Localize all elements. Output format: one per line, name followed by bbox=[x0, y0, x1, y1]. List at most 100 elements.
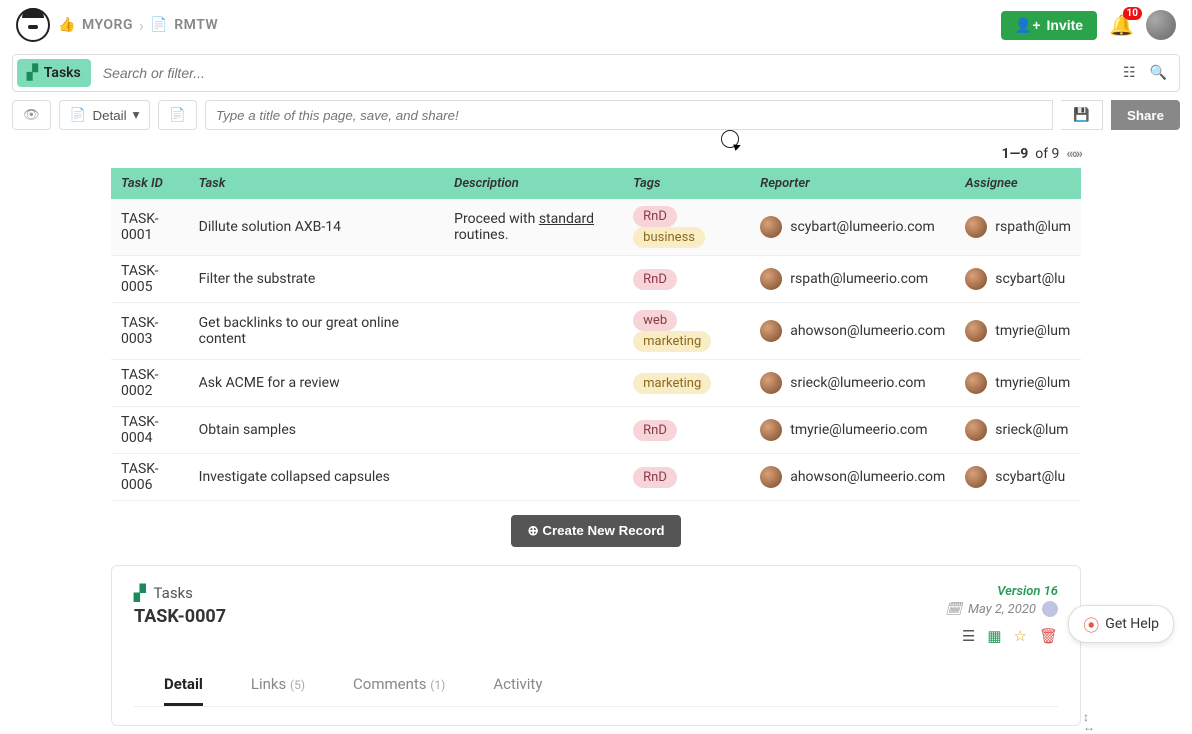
avatar bbox=[965, 320, 987, 342]
table-row[interactable]: TASK-0002Ask ACME for a reviewmarketings… bbox=[111, 360, 1081, 407]
tab-links-label: Links bbox=[251, 675, 286, 693]
avatar bbox=[965, 466, 987, 488]
view-mode-label: Detail bbox=[93, 108, 127, 123]
tasks-table: Task ID Task Description Tags Reporter A… bbox=[111, 168, 1081, 501]
tasks-chip-label: Tasks bbox=[44, 65, 81, 81]
tag[interactable]: RnD bbox=[633, 467, 677, 488]
caret-down-icon: ▾ bbox=[133, 107, 140, 123]
tab-links[interactable]: Links (5) bbox=[251, 667, 305, 706]
user-avatar[interactable] bbox=[1146, 10, 1176, 40]
breadcrumb-org[interactable]: MYORG bbox=[82, 17, 133, 33]
avatar bbox=[965, 372, 987, 394]
col-reporter[interactable]: Reporter bbox=[750, 168, 955, 199]
table-row[interactable]: TASK-0003Get backlinks to our great onli… bbox=[111, 303, 1081, 360]
tab-activity[interactable]: Activity bbox=[493, 667, 542, 706]
invite-label: Invite bbox=[1047, 17, 1084, 33]
search-icon[interactable]: 🔍 bbox=[1150, 65, 1167, 81]
tag[interactable]: RnD bbox=[633, 206, 677, 227]
col-task[interactable]: Task bbox=[189, 168, 445, 199]
table-row[interactable]: TASK-0001Dillute solution AXB-14Proceed … bbox=[111, 199, 1081, 256]
detail-kind-label: Tasks bbox=[154, 584, 193, 602]
get-help-button[interactable]: ⦿ Get Help bbox=[1068, 605, 1174, 643]
top-bar: 👍 MYORG › 📄 RMTW 👤+ Invite 🔔 10 bbox=[0, 0, 1192, 50]
notifications-button[interactable]: 🔔 10 bbox=[1109, 13, 1134, 37]
col-description[interactable]: Description bbox=[444, 168, 623, 199]
plus-circle-icon: ⊕ bbox=[527, 523, 538, 538]
pager-range: 1—9 bbox=[1002, 146, 1029, 162]
avatar bbox=[760, 216, 782, 238]
star-icon[interactable]: ☆ bbox=[1014, 627, 1027, 645]
pager-nav-icons[interactable]: «‹›» bbox=[1066, 146, 1081, 162]
tiles-icon: ▞ bbox=[134, 584, 146, 602]
detail-version[interactable]: Version 16 bbox=[945, 584, 1058, 599]
tag[interactable]: RnD bbox=[633, 420, 677, 441]
avatar bbox=[760, 268, 782, 290]
table-area: 1—9 of 9 «‹›» Task ID Task Description T… bbox=[111, 146, 1081, 726]
eye-icon: 👁 bbox=[23, 107, 40, 123]
detail-title: TASK-0007 bbox=[134, 606, 226, 627]
create-record-button[interactable]: ⊕ Create New Record bbox=[511, 515, 680, 547]
pager-of: of 9 bbox=[1035, 146, 1059, 162]
avatar bbox=[965, 419, 987, 441]
list-view-icon[interactable]: ☰ bbox=[962, 627, 975, 645]
cursor-indicator bbox=[721, 130, 739, 148]
avatar bbox=[760, 320, 782, 342]
tiles-icon: ▞ bbox=[27, 65, 38, 81]
table-header-row: Task ID Task Description Tags Reporter A… bbox=[111, 168, 1081, 199]
breadcrumb-page[interactable]: RMTW bbox=[174, 17, 218, 33]
create-record-label: Create New Record bbox=[542, 523, 664, 538]
save-icon: 💾 bbox=[1073, 107, 1090, 122]
tab-detail[interactable]: Detail bbox=[164, 667, 203, 706]
search-input[interactable] bbox=[95, 55, 1111, 91]
save-button[interactable]: 💾 bbox=[1061, 100, 1103, 130]
avatar bbox=[965, 268, 987, 290]
tag[interactable]: RnD bbox=[633, 269, 677, 290]
page-icon-button[interactable]: 📄 bbox=[158, 100, 197, 130]
col-task-id[interactable]: Task ID bbox=[111, 168, 189, 199]
file-icon: 📄 bbox=[150, 17, 168, 33]
list-columns-icon[interactable]: ☷ bbox=[1123, 65, 1136, 81]
detail-kind: ▞ Tasks bbox=[134, 584, 226, 602]
detail-panel: ▞ Tasks TASK-0007 Version 16 🗓 May 2, 20… bbox=[111, 565, 1081, 726]
tab-comments[interactable]: Comments (1) bbox=[353, 667, 445, 706]
calendar-icon: 🗓 bbox=[945, 602, 962, 617]
tab-comments-label: Comments bbox=[353, 675, 427, 693]
thumbs-up-icon: 👍 bbox=[58, 17, 76, 33]
tag[interactable]: web bbox=[633, 310, 677, 331]
col-assignee[interactable]: Assignee bbox=[955, 168, 1081, 199]
page-title-input[interactable] bbox=[205, 100, 1053, 130]
search-bar: ▞ Tasks ☷ 🔍 bbox=[12, 54, 1180, 92]
tag[interactable]: business bbox=[633, 227, 705, 248]
visibility-button[interactable]: 👁 bbox=[12, 100, 51, 130]
view-mode-button[interactable]: 📄 Detail ▾ bbox=[59, 100, 150, 130]
detail-date: 🗓 May 2, 2020 bbox=[945, 601, 1058, 617]
notif-badge: 10 bbox=[1123, 7, 1142, 20]
page-icon: 📄 bbox=[169, 107, 186, 123]
tasks-chip[interactable]: ▞ Tasks bbox=[17, 59, 91, 87]
lifebuoy-icon: ⦿ bbox=[1083, 612, 1099, 636]
share-button[interactable]: Share bbox=[1111, 100, 1180, 130]
get-help-label: Get Help bbox=[1105, 616, 1159, 632]
table-row[interactable]: TASK-0004Obtain samplesRnDtmyrie@lumeeri… bbox=[111, 407, 1081, 454]
invite-button[interactable]: 👤+ Invite bbox=[1001, 11, 1097, 40]
pager: 1—9 of 9 «‹›» bbox=[111, 146, 1081, 162]
table-row[interactable]: TASK-0005Filter the substrateRnDrspath@l… bbox=[111, 256, 1081, 303]
tag[interactable]: marketing bbox=[633, 373, 711, 394]
app-logo[interactable] bbox=[16, 8, 50, 42]
table-row[interactable]: TASK-0006Investigate collapsed capsulesR… bbox=[111, 454, 1081, 501]
avatar bbox=[760, 466, 782, 488]
file-icon: 📄 bbox=[70, 107, 87, 123]
trash-icon[interactable]: 🗑 bbox=[1039, 627, 1058, 645]
tab-links-count: (5) bbox=[290, 678, 305, 692]
resize-handle[interactable]: ↕↔ bbox=[1083, 712, 1095, 732]
detail-tabs: Detail Links (5) Comments (1) Activity bbox=[134, 667, 1058, 707]
avatar bbox=[760, 372, 782, 394]
chevron-right-icon: › bbox=[139, 16, 144, 35]
user-plus-icon: 👤+ bbox=[1015, 17, 1041, 34]
col-tags[interactable]: Tags bbox=[623, 168, 750, 199]
grid-view-icon[interactable]: ▦ bbox=[987, 627, 1001, 645]
tab-comments-count: (1) bbox=[430, 678, 445, 692]
author-avatar[interactable] bbox=[1042, 601, 1058, 617]
tag[interactable]: marketing bbox=[633, 331, 711, 352]
detail-date-text: May 2, 2020 bbox=[968, 602, 1036, 617]
